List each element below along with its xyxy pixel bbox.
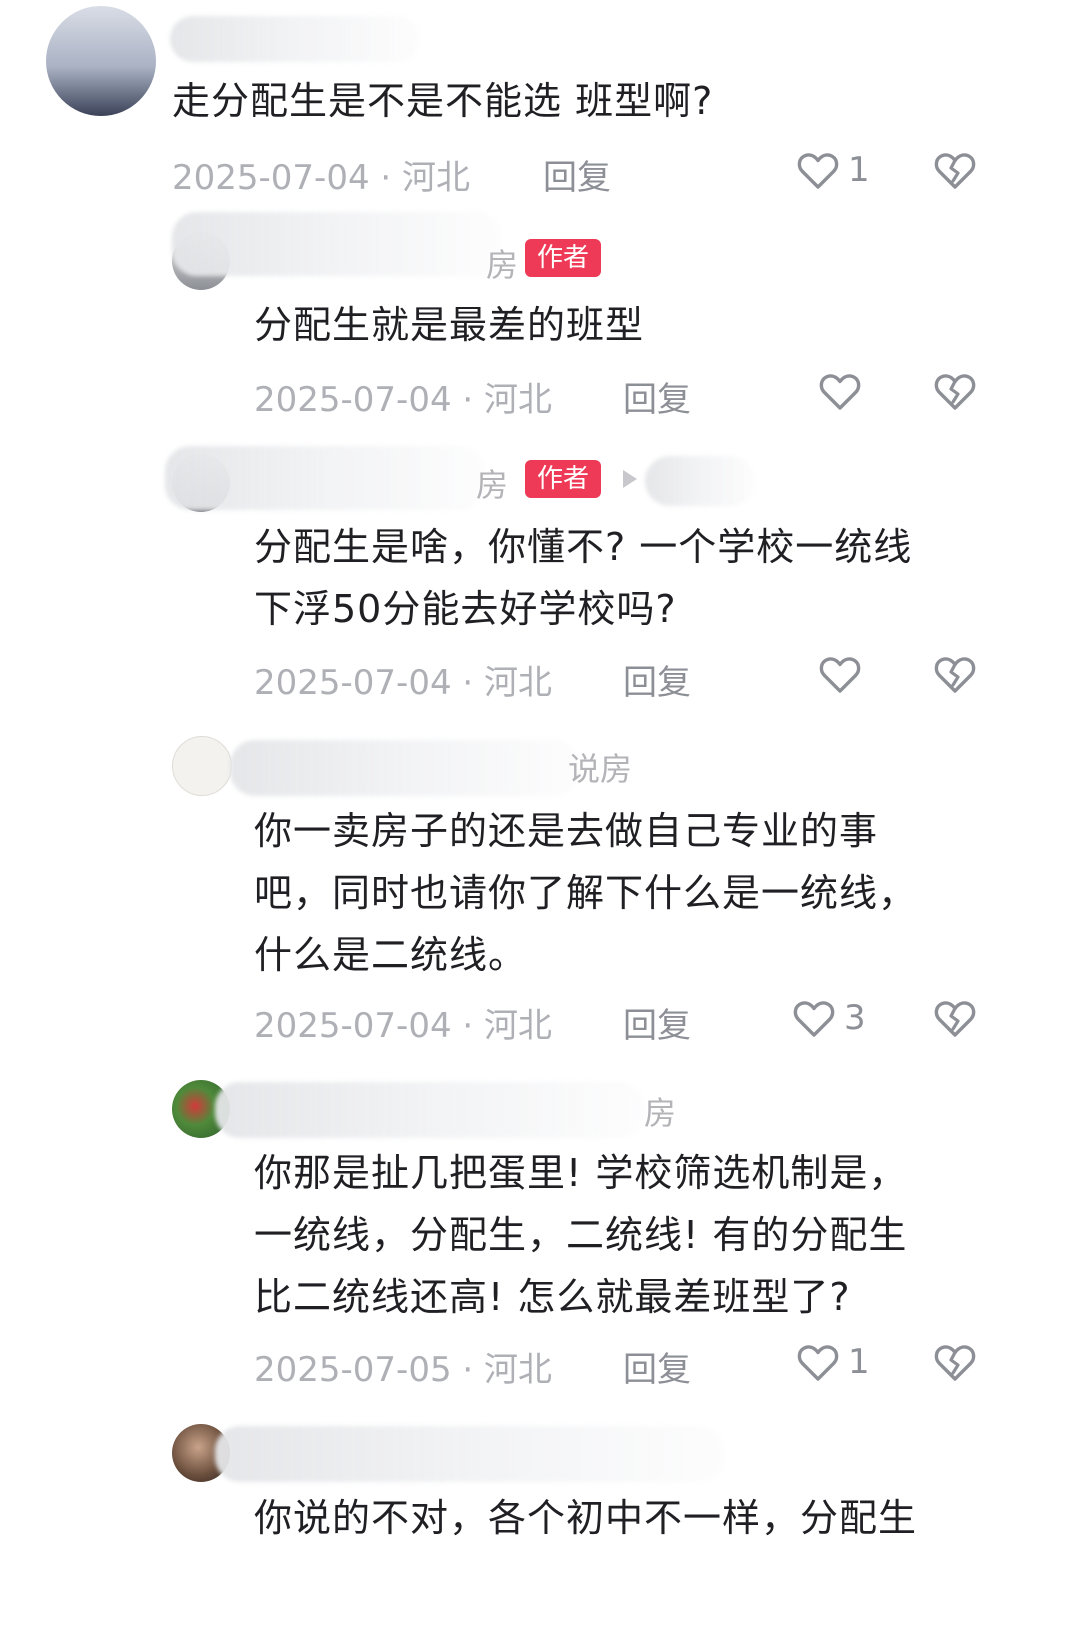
- comment-text: 分配生就是最差的班型: [254, 303, 645, 347]
- comment-date: 2025-07-04: [172, 158, 370, 198]
- comment-region: 河北: [484, 1350, 553, 1390]
- username-blurred: [645, 456, 755, 506]
- broken-heart-icon[interactable]: [931, 1338, 979, 1386]
- reply-arrow-icon: [623, 470, 637, 488]
- reply-button[interactable]: 回复: [623, 998, 691, 1047]
- heart-icon: [794, 1338, 842, 1386]
- reply-button[interactable]: 回复: [623, 655, 691, 704]
- username-tail: 说房: [568, 750, 633, 788]
- comment-text: 你一卖房子的还是去做自己专业的事 吧，同时也请你了解下什么是一统线， 什么是二统…: [254, 809, 918, 977]
- like-button[interactable]: [816, 367, 864, 415]
- comment-meta: 2025-07-05 · 河北: [254, 1350, 553, 1390]
- comment-text: 你那是扯几把蛋里! 学校筛选机制是， 一统线，分配生，二统线! 有的分配生 比二…: [254, 1151, 908, 1319]
- broken-heart-icon[interactable]: [931, 367, 979, 415]
- username-tail: 房: [486, 246, 519, 284]
- username-tail: 房: [644, 1094, 677, 1132]
- comment-meta: 2025-07-04 · 河北: [254, 663, 553, 703]
- like-count: 3: [844, 998, 866, 1038]
- broken-heart-icon[interactable]: [931, 994, 979, 1042]
- comment-meta: 2025-07-04 · 河北: [172, 158, 471, 198]
- comment-region: 河北: [484, 1006, 553, 1046]
- comment-text: 分配生是啥，你懂不? 一个学校一统线 下浮50分能去好学校吗?: [254, 525, 913, 631]
- comment-text: 走分配生是不是不能选 班型啊?: [172, 79, 714, 123]
- comment-meta: 2025-07-04 · 河北: [254, 1006, 553, 1046]
- like-count: 1: [848, 1342, 870, 1382]
- comment-date: 2025-07-05: [254, 1350, 452, 1390]
- username-blurred: [215, 1082, 645, 1138]
- like-button[interactable]: 3: [790, 994, 866, 1042]
- comment-date: 2025-07-04: [254, 663, 452, 703]
- comment-text: 你说的不对，各个初中不一样，分配生: [254, 1496, 918, 1540]
- username-blurred: [172, 212, 502, 276]
- username-blurred: [230, 740, 580, 796]
- heart-icon: [816, 367, 864, 415]
- heart-icon: [794, 146, 842, 194]
- author-badge: 作者: [525, 239, 602, 277]
- username-blurred: [215, 1426, 725, 1482]
- username-blurred: [165, 446, 485, 510]
- like-button[interactable]: 1: [794, 1338, 870, 1386]
- like-button[interactable]: [816, 650, 864, 698]
- comment-date: 2025-07-04: [254, 380, 452, 420]
- username-blurred: [170, 16, 420, 62]
- heart-icon: [790, 994, 838, 1042]
- username-tail: 房: [476, 466, 509, 504]
- heart-icon: [816, 650, 864, 698]
- comment-meta: 2025-07-04 · 河北: [254, 380, 553, 420]
- comment-region: 河北: [402, 158, 471, 198]
- avatar[interactable]: [46, 6, 156, 116]
- author-badge: 作者: [525, 460, 602, 498]
- comment-region: 河北: [484, 380, 553, 420]
- reply-button[interactable]: 回复: [623, 372, 691, 421]
- reply-button[interactable]: 回复: [543, 150, 611, 199]
- broken-heart-icon[interactable]: [931, 650, 979, 698]
- comment-region: 河北: [484, 663, 553, 703]
- broken-heart-icon[interactable]: [931, 146, 979, 194]
- like-button[interactable]: 1: [794, 146, 870, 194]
- reply-button[interactable]: 回复: [623, 1342, 691, 1391]
- avatar[interactable]: [172, 736, 232, 796]
- comment-date: 2025-07-04: [254, 1006, 452, 1046]
- like-count: 1: [848, 150, 870, 190]
